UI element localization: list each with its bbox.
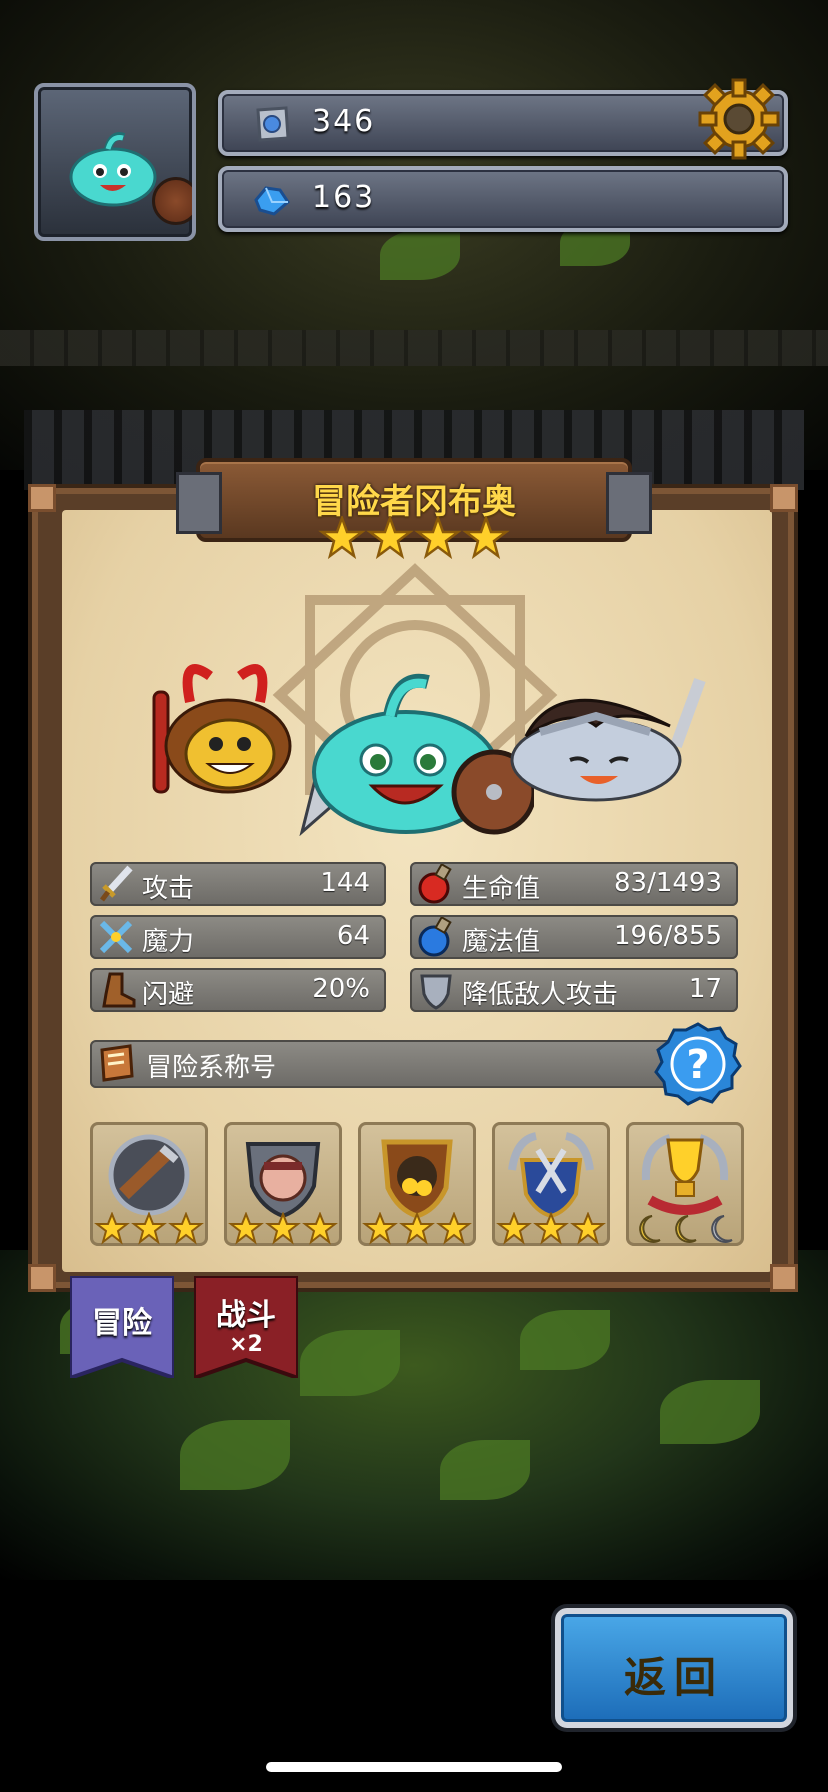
stat-dodge: 闪避 20% bbox=[90, 968, 386, 1012]
blue-gem-icon bbox=[254, 186, 290, 216]
badge-moons bbox=[639, 1215, 733, 1243]
star-icon bbox=[436, 1212, 472, 1245]
tab-adventure[interactable]: 冒险 bbox=[70, 1276, 174, 1378]
panel-corner bbox=[28, 1264, 56, 1292]
shield-icon bbox=[420, 974, 452, 1010]
help-question-icon[interactable]: ? bbox=[654, 1020, 742, 1108]
star-icon bbox=[228, 1212, 264, 1245]
stat-hp: 生命值 83/1493 bbox=[410, 862, 738, 906]
star-icon bbox=[570, 1212, 606, 1245]
leaf bbox=[300, 1330, 400, 1396]
weapons-badge-icon bbox=[508, 1132, 594, 1219]
telescope-badge-icon bbox=[108, 1134, 190, 1216]
scroll-icon bbox=[100, 1044, 134, 1082]
slime-hero bbox=[299, 673, 534, 836]
tab-battle-label: 战斗 bbox=[216, 1298, 276, 1333]
star-icon bbox=[366, 516, 414, 560]
badge-stars bbox=[228, 1212, 338, 1245]
stone-icon bbox=[256, 106, 290, 142]
leaf bbox=[520, 1310, 610, 1370]
knight-hero bbox=[510, 677, 706, 802]
moon-icon bbox=[639, 1215, 661, 1243]
crossed-wands-icon bbox=[99, 920, 133, 954]
leaf bbox=[440, 1440, 530, 1500]
panel-corner bbox=[770, 484, 798, 512]
adventure-title-bar: 冒险系称号 bbox=[90, 1040, 730, 1088]
tab-battle[interactable]: 战斗 ×2 bbox=[194, 1276, 298, 1378]
badge-slot-telescope[interactable] bbox=[90, 1122, 208, 1246]
badge-slot-pirate[interactable] bbox=[224, 1122, 342, 1246]
tab-adventure-label: 冒险 bbox=[92, 1306, 152, 1341]
badge-stars bbox=[362, 1212, 472, 1245]
svg-text:?: ? bbox=[686, 1042, 709, 1088]
stat-attack: 攻击 144 bbox=[90, 862, 386, 906]
settings-gear-icon[interactable] bbox=[698, 78, 780, 160]
badge-stars bbox=[496, 1212, 606, 1245]
sword-icon bbox=[100, 865, 133, 902]
badge-slot-weapons[interactable] bbox=[492, 1122, 610, 1246]
red-potion-icon bbox=[418, 864, 452, 904]
star-icon bbox=[399, 1212, 435, 1245]
shield-icon bbox=[152, 177, 192, 225]
star-icon bbox=[302, 1212, 338, 1245]
adventure-title-label: 冒险系称号 bbox=[146, 1053, 277, 1083]
star-icon bbox=[131, 1212, 167, 1245]
home-indicator[interactable] bbox=[266, 1762, 562, 1772]
stat-damage-reduction: 降低敌人攻击 17 bbox=[410, 968, 738, 1012]
badge-slot-gold[interactable] bbox=[358, 1122, 476, 1246]
player-avatar[interactable] bbox=[34, 83, 196, 241]
panel-corner bbox=[28, 484, 56, 512]
star-icon bbox=[265, 1212, 301, 1245]
leaf bbox=[380, 230, 460, 280]
leaf bbox=[660, 1380, 760, 1444]
star-icon bbox=[533, 1212, 569, 1245]
tab-battle-multiplier: ×2 bbox=[229, 1332, 263, 1357]
star-icon bbox=[168, 1212, 204, 1245]
stone-rail bbox=[0, 330, 828, 366]
star-icon bbox=[462, 516, 510, 560]
stat-mp: 魔法值 196/855 bbox=[410, 915, 738, 959]
badge-stars bbox=[94, 1212, 204, 1245]
gem-value: 163 bbox=[312, 180, 376, 215]
leaf bbox=[180, 1420, 290, 1490]
gem-resource-bar: 163 bbox=[218, 166, 788, 232]
character-star-rating bbox=[318, 516, 510, 560]
trophy-badge-icon bbox=[641, 1134, 729, 1215]
star-icon bbox=[362, 1212, 398, 1245]
boot-icon bbox=[102, 972, 136, 1008]
back-button-label: 返回 bbox=[623, 1653, 724, 1702]
stat-magic-power: 魔力 64 bbox=[90, 915, 386, 959]
stone-value: 346 bbox=[312, 104, 376, 139]
star-icon bbox=[496, 1212, 532, 1245]
panel-corner bbox=[770, 1264, 798, 1292]
monkey-king-hero bbox=[152, 664, 292, 794]
pirate-badge-icon bbox=[245, 1142, 321, 1219]
blue-potion-icon bbox=[418, 917, 452, 957]
slime-avatar-icon bbox=[69, 132, 157, 207]
moon-icon bbox=[711, 1215, 733, 1243]
gold-pot-badge-icon bbox=[381, 1139, 453, 1219]
star-icon bbox=[318, 516, 366, 560]
moon-icon bbox=[675, 1215, 697, 1243]
star-icon bbox=[414, 516, 462, 560]
star-icon bbox=[94, 1212, 130, 1245]
back-button[interactable]: 返回 bbox=[555, 1608, 793, 1728]
badge-slot-trophy[interactable] bbox=[626, 1122, 744, 1246]
